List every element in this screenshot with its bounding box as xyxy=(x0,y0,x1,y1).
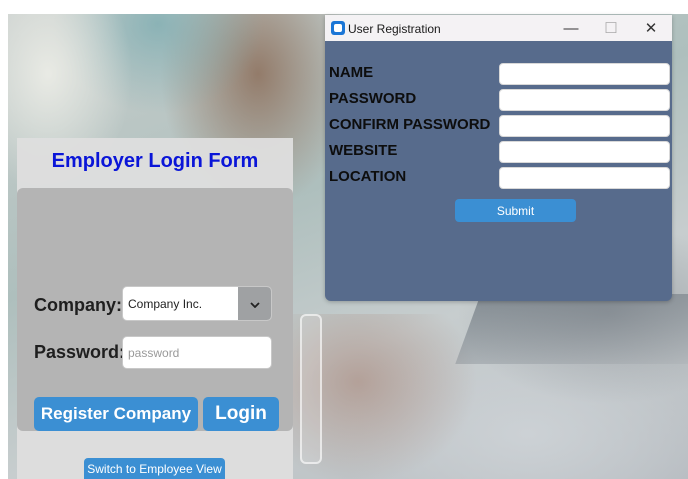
name-label: NAME xyxy=(329,64,374,81)
background-glass xyxy=(300,314,322,464)
window-title: User Registration xyxy=(348,22,441,36)
switch-to-employee-view-button[interactable]: Switch to Employee View xyxy=(84,458,225,479)
user-registration-window: User Registration — ☐ ✕ NAME PASSWORD CO… xyxy=(325,15,672,301)
password-field[interactable] xyxy=(122,336,272,369)
login-card: Company: Company Inc. Password: Register… xyxy=(17,188,293,431)
chevron-down-icon[interactable] xyxy=(238,287,271,320)
submit-button[interactable]: Submit xyxy=(455,199,576,222)
website-label: WEBSITE xyxy=(329,142,398,159)
login-button[interactable]: Login xyxy=(203,397,279,431)
password-label: Password: xyxy=(34,342,126,362)
website-field[interactable] xyxy=(499,141,670,163)
minimize-button[interactable]: — xyxy=(551,15,591,41)
location-label: LOCATION xyxy=(329,168,407,185)
window-titlebar[interactable]: User Registration — ☐ ✕ xyxy=(325,15,672,41)
close-button[interactable]: ✕ xyxy=(631,15,671,41)
confirm-password-label: CONFIRM PASSWORD xyxy=(329,116,491,133)
company-label: Company: xyxy=(34,295,123,315)
password-field[interactable] xyxy=(499,89,670,111)
app-icon xyxy=(331,21,345,35)
confirm-password-field[interactable] xyxy=(499,115,670,137)
background-laptop xyxy=(455,294,688,364)
maximize-button[interactable]: ☐ xyxy=(591,15,631,41)
login-title: Employer Login Form xyxy=(51,150,259,172)
name-field[interactable] xyxy=(499,63,670,85)
location-field[interactable] xyxy=(499,167,670,189)
password-label: PASSWORD xyxy=(329,90,417,107)
company-select[interactable]: Company Inc. xyxy=(122,286,272,321)
company-select-value: Company Inc. xyxy=(128,297,203,311)
register-company-button[interactable]: Register Company xyxy=(34,397,198,431)
employer-login-panel: Employer Login Form Company: Company Inc… xyxy=(17,138,293,479)
